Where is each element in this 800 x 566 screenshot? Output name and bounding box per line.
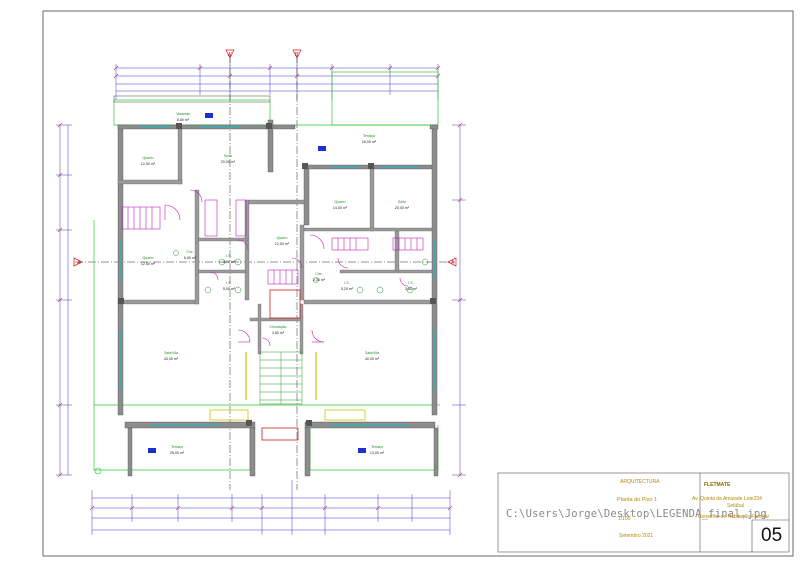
top-slab-band	[113, 95, 271, 103]
room-area: 26,00 m²	[170, 451, 185, 455]
room-area: 6,00 m²	[184, 256, 197, 260]
section-marker-a-prime-label: A'	[228, 52, 232, 58]
room-name: Terraço	[371, 445, 383, 449]
room-area: 14,00 m²	[333, 206, 348, 210]
room-area: 43,00 m²	[164, 357, 179, 361]
room-area: 5,20 m²	[341, 287, 354, 291]
top-dimension-lines	[115, 55, 439, 100]
room-area: 12,00 m²	[275, 242, 290, 246]
room-name: Quarto	[277, 236, 288, 240]
landing-red	[261, 427, 299, 441]
room-name: Quarto	[143, 256, 154, 260]
room-area: 8,80 m²	[177, 118, 190, 122]
file-path-overlay: C:\Users\Jorge\Desktop\LEGENDA_final.jpg	[506, 508, 767, 520]
room-name: Varanda	[176, 112, 189, 116]
title-discipline: ARQUITECTURA	[620, 479, 660, 485]
windows	[119, 126, 435, 426]
room-name: Circ.	[186, 250, 193, 254]
title-date: Setembro 2021	[619, 533, 654, 539]
room-area: 3,60 m²	[405, 287, 418, 291]
room-area: 2,30 m²	[313, 278, 326, 282]
room-name: Quarto	[143, 156, 154, 160]
room-name: Terraço	[171, 445, 183, 449]
room-name: Sala/Vila	[365, 351, 379, 355]
room-name: I.S.	[226, 254, 231, 258]
orientation-marker	[94, 467, 102, 475]
elevator-core	[269, 289, 301, 319]
section-marker-a-prime: A'	[225, 49, 235, 59]
room-area: 5,00 m²	[223, 287, 236, 291]
staircase	[259, 351, 303, 405]
kitchen-counters	[209, 409, 366, 421]
room-name: Suite	[224, 154, 232, 158]
company-name: FLETMATE	[704, 482, 731, 488]
title-drawing-name: Planta do Piso 1	[617, 497, 658, 503]
room-area: 20,00 m²	[395, 206, 410, 210]
room-name: Circulação	[270, 325, 287, 329]
sheet-number: 05	[761, 525, 783, 546]
section-marker-b-prime: B'	[292, 49, 302, 59]
room-name: I.S.	[408, 281, 413, 285]
room-area: 3,80 m²	[272, 331, 285, 335]
exterior-walls	[117, 119, 439, 477]
room-name: Quarto	[335, 200, 346, 204]
floor-plan-drawing: A' B' A A Varanda 8,80 m² Quarto 12,50 m…	[42, 10, 794, 557]
sheet-border	[42, 10, 794, 557]
room-labels: Varanda 8,80 m² Quarto 12,50 m² Suite 20…	[141, 112, 418, 455]
room-area: 12,50 m²	[141, 162, 156, 166]
room-name: Circ.	[315, 272, 322, 276]
room-name: Sala/Vila	[164, 351, 178, 355]
address-line-1: Av. Quinta da Amizade Lote234	[692, 496, 762, 502]
room-name: I.S.	[344, 281, 349, 285]
room-name: Terraço	[363, 134, 375, 138]
section-marker-b-prime-label: B'	[295, 52, 299, 58]
room-area: 12,50 m²	[141, 262, 156, 266]
room-area: 3,60 m²	[223, 260, 236, 264]
room-name: Suite	[398, 200, 406, 204]
room-area: 20,00 m²	[221, 160, 236, 164]
room-area: 40,00 m²	[365, 357, 380, 361]
room-name: I.S.	[226, 281, 231, 285]
room-area: 16,00 m²	[362, 140, 377, 144]
bottom-dimension-lines	[91, 480, 451, 535]
room-area: 13,00 m²	[370, 451, 385, 455]
